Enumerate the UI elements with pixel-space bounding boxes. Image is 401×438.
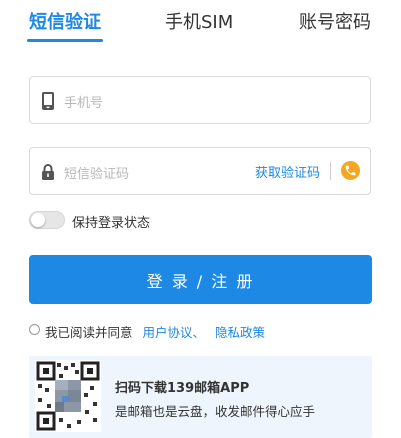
- phone-field[interactable]: 手机号: [29, 76, 371, 124]
- keep-login-toggle[interactable]: [29, 211, 65, 229]
- sms-code-field[interactable]: 短信验证码 获取验证码: [29, 147, 371, 195]
- phone-placeholder: 手机号: [64, 96, 104, 111]
- get-code-button[interactable]: 获取验证码: [255, 162, 320, 181]
- agreement-checkbox[interactable]: [29, 324, 40, 335]
- toggle-knob: [31, 213, 45, 227]
- phone-icon: [40, 91, 56, 111]
- lock-icon: [40, 162, 56, 182]
- agreement-prefix: 我已阅读并同意: [45, 325, 133, 340]
- promo-subtitle: 是邮箱也是云盘，收发邮件得心应手: [115, 404, 316, 419]
- promo-title: 扫码下载139邮箱APP: [115, 381, 250, 396]
- phone-call-icon[interactable]: [341, 161, 360, 180]
- keep-login-label: 保持登录状态: [72, 216, 151, 231]
- login-tabs: 短信验证 手机SIM 账号密码: [0, 0, 401, 46]
- privacy-policy-link[interactable]: 隐私政策: [215, 325, 265, 340]
- login-register-button[interactable]: 登 录 / 注 册: [29, 255, 372, 304]
- tab-sms-verify[interactable]: 短信验证: [29, 8, 101, 34]
- user-agreement-link[interactable]: 用户协议、: [143, 325, 206, 340]
- app-download-banner: 扫码下载139邮箱APP 是邮箱也是云盘，收发邮件得心应手: [29, 356, 372, 438]
- tab-account-password[interactable]: 账号密码: [299, 8, 371, 34]
- sms-code-placeholder: 短信验证码: [64, 167, 130, 182]
- tab-phone-sim[interactable]: 手机SIM: [165, 8, 233, 34]
- active-tab-indicator: [27, 39, 103, 42]
- divider: [330, 162, 331, 180]
- qr-code-icon: [35, 360, 101, 432]
